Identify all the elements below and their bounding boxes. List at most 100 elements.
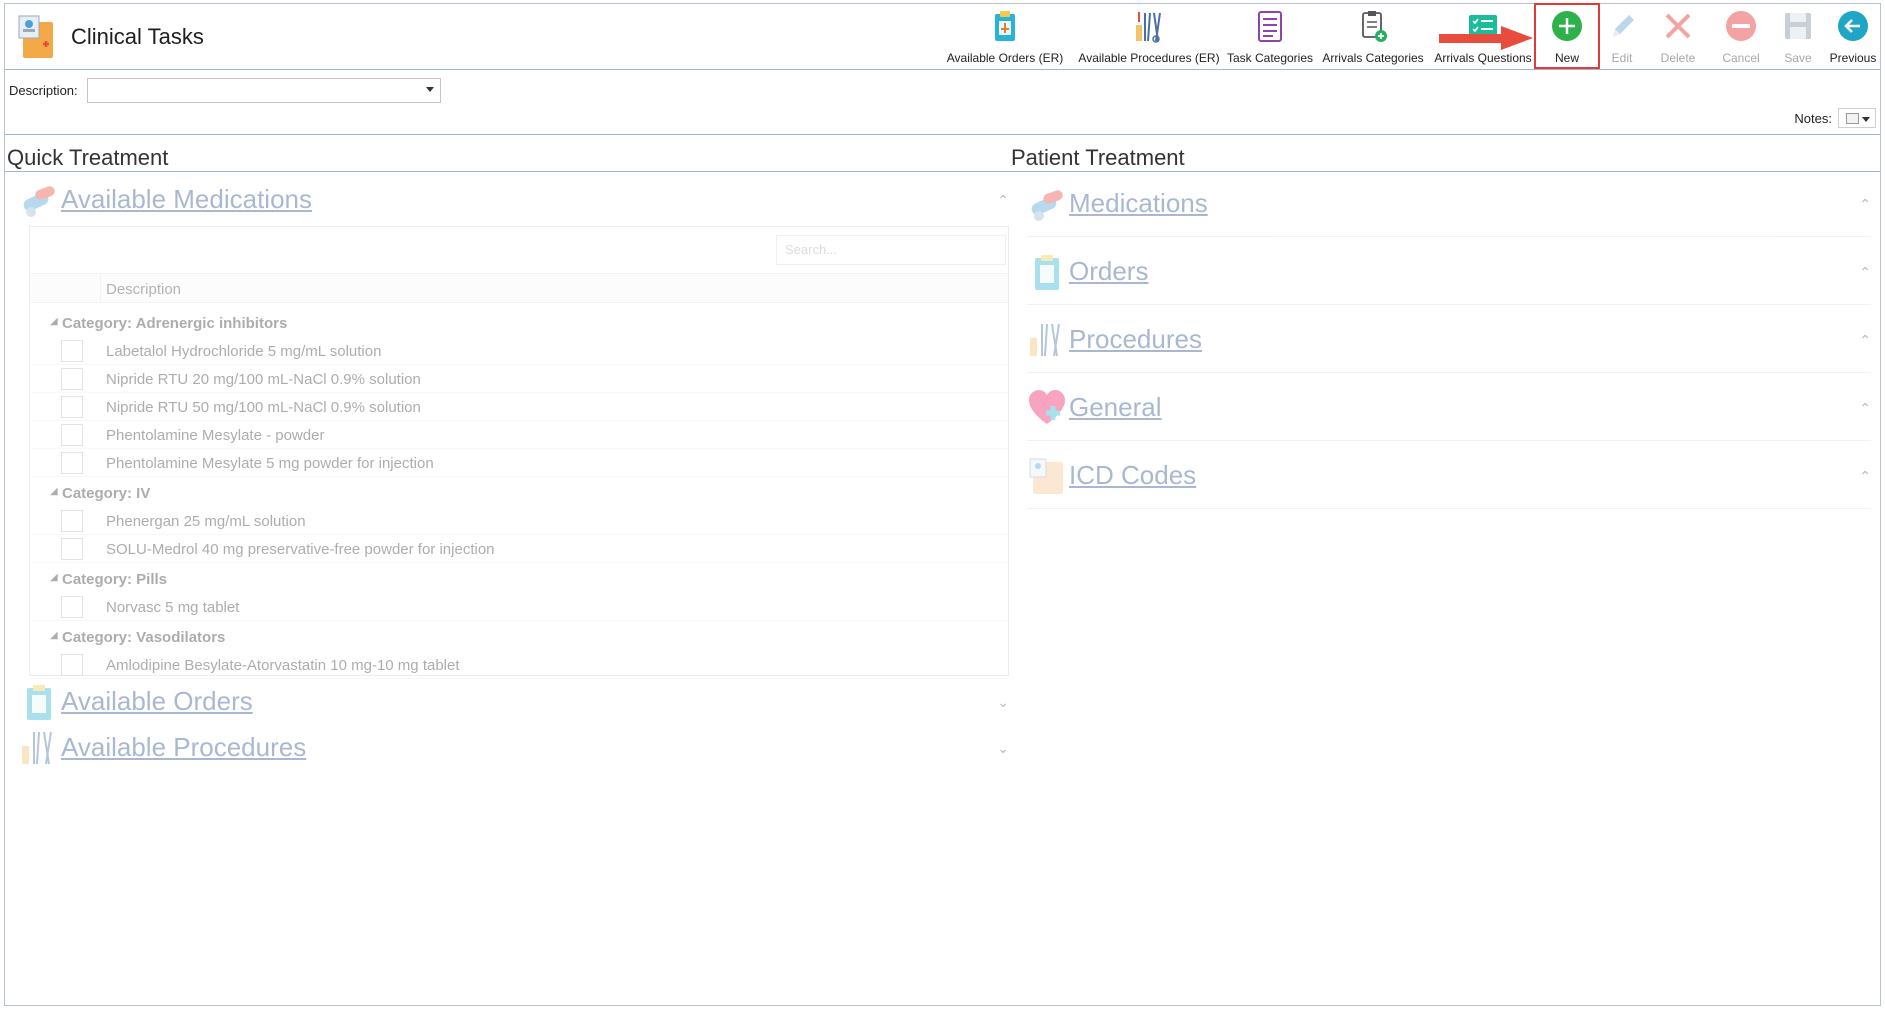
item-checkbox[interactable] bbox=[61, 368, 83, 390]
category-label: Category: Pills bbox=[62, 571, 168, 588]
item-checkbox[interactable] bbox=[61, 340, 83, 362]
chevron-up-icon[interactable]: ⌃ bbox=[1859, 264, 1871, 281]
medications-grid: Search... Description ◢ Category: Adrene… bbox=[29, 226, 1009, 679]
delete-label: Delete bbox=[1660, 51, 1696, 65]
icd-codes-title[interactable]: ICD Codes bbox=[1069, 460, 1196, 491]
collapse-triangle-icon[interactable]: ◢ bbox=[50, 486, 58, 497]
main-window: Clinical Tasks Available Orders (ER) Ava… bbox=[4, 3, 1881, 1006]
task-categories-label: Task Categories bbox=[1226, 51, 1314, 65]
category-row[interactable]: ◢ Category: Pills bbox=[30, 567, 1008, 593]
chevron-up-icon[interactable]: ⌃ bbox=[1859, 400, 1871, 417]
arrivals-categories-label: Arrivals Categories bbox=[1322, 51, 1424, 65]
available-orders-header[interactable]: Available Orders ⌄ bbox=[19, 678, 1009, 722]
list-item[interactable]: Norvasc 5 mg tablet bbox=[30, 593, 1008, 621]
available-orders-er-label: Available Orders (ER) bbox=[946, 51, 1064, 65]
save-button[interactable]: Save bbox=[1771, 4, 1825, 70]
procedures-title[interactable]: Procedures bbox=[1069, 324, 1202, 355]
orders-title[interactable]: Orders bbox=[1069, 256, 1148, 287]
patient-treatment-heading: Patient Treatment bbox=[1011, 145, 1185, 170]
edit-button[interactable]: Edit bbox=[1597, 4, 1647, 70]
item-checkbox[interactable] bbox=[61, 596, 83, 618]
previous-button[interactable]: Previous bbox=[1825, 4, 1881, 70]
list-item[interactable]: Nipride RTU 20 mg/100 mL-NaCl 0.9% solut… bbox=[30, 365, 1008, 393]
item-checkbox[interactable] bbox=[61, 424, 83, 446]
available-orders-title[interactable]: Available Orders bbox=[61, 686, 253, 717]
list-item[interactable]: Labetalol Hydrochloride 5 mg/mL solution bbox=[30, 337, 1008, 365]
list-item[interactable]: Phenergan 25 mg/mL solution bbox=[30, 507, 1008, 535]
description-label: Description: bbox=[9, 83, 78, 98]
chevron-down-icon[interactable]: ⌄ bbox=[997, 740, 1009, 757]
list-item[interactable]: SOLU-Medrol 40 mg preservative-free powd… bbox=[30, 535, 1008, 563]
search-input[interactable]: Search... bbox=[776, 235, 1006, 265]
quick-treatment-heading: Quick Treatment bbox=[7, 145, 169, 170]
available-medications-title[interactable]: Available Medications bbox=[61, 184, 312, 215]
chevron-down-icon bbox=[1862, 117, 1870, 122]
arrivals-categories-button[interactable]: Arrivals Categories bbox=[1317, 4, 1429, 70]
floppy-disk-icon bbox=[1785, 13, 1811, 39]
grid-column-header: Description bbox=[30, 273, 1008, 303]
chevron-down-icon bbox=[426, 87, 434, 92]
available-orders-er-button[interactable]: Available Orders (ER) bbox=[943, 4, 1067, 70]
item-label: SOLU-Medrol 40 mg preservative-free powd… bbox=[106, 541, 495, 558]
available-procedures-er-button[interactable]: Available Procedures (ER) bbox=[1075, 4, 1223, 70]
general-title[interactable]: General bbox=[1069, 392, 1162, 423]
edit-label: Edit bbox=[1611, 51, 1633, 65]
available-procedures-title[interactable]: Available Procedures bbox=[61, 732, 306, 763]
chevron-up-icon[interactable]: ⌃ bbox=[997, 192, 1009, 209]
category-row[interactable]: ◢ Category: Vasodilators bbox=[30, 625, 1008, 651]
item-label: Labetalol Hydrochloride 5 mg/mL solution bbox=[106, 343, 382, 360]
item-label: Phenergan 25 mg/mL solution bbox=[106, 513, 306, 530]
notes-dropdown-button[interactable] bbox=[1838, 108, 1876, 128]
list-item[interactable]: Nipride RTU 50 mg/100 mL-NaCl 0.9% solut… bbox=[30, 393, 1008, 421]
pills-icon bbox=[1031, 190, 1063, 221]
available-procedures-header[interactable]: Available Procedures ⌄ bbox=[19, 724, 1009, 768]
available-medications-header[interactable]: Available Medications ⌃ bbox=[19, 176, 1009, 220]
chevron-up-icon[interactable]: ⌃ bbox=[1859, 332, 1871, 349]
description-dropdown[interactable] bbox=[87, 78, 441, 103]
list-item[interactable]: Phentolamine Mesylate - powder bbox=[30, 421, 1008, 449]
item-checkbox[interactable] bbox=[61, 538, 83, 560]
collapse-triangle-icon[interactable]: ◢ bbox=[50, 572, 58, 583]
item-checkbox[interactable] bbox=[61, 654, 83, 676]
cancel-button[interactable]: Cancel bbox=[1711, 4, 1771, 70]
item-checkbox[interactable] bbox=[61, 510, 83, 532]
description-column-header[interactable]: Description bbox=[106, 281, 181, 298]
checklist-icon bbox=[1258, 11, 1282, 42]
collapse-triangle-icon[interactable]: ◢ bbox=[50, 316, 58, 327]
general-section-header[interactable]: General ⌃ bbox=[1027, 384, 1871, 428]
new-button[interactable]: New bbox=[1537, 4, 1597, 70]
item-checkbox[interactable] bbox=[61, 396, 83, 418]
description-row: Description: Notes: bbox=[5, 71, 1880, 135]
icd-codes-section-header[interactable]: ICD Codes ⌃ bbox=[1027, 452, 1871, 496]
column-separator bbox=[100, 274, 101, 302]
delete-button[interactable]: Delete bbox=[1651, 4, 1705, 70]
procedures-section-header[interactable]: Procedures ⌃ bbox=[1027, 316, 1871, 360]
minus-circle-icon bbox=[1726, 11, 1756, 41]
section-divider bbox=[1027, 236, 1871, 237]
heading-divider bbox=[5, 171, 1880, 172]
clipboard-icon bbox=[27, 685, 51, 720]
collapse-triangle-icon[interactable]: ◢ bbox=[50, 630, 58, 641]
arrow-left-circle-icon bbox=[1838, 11, 1868, 41]
list-item[interactable]: Phentolamine Mesylate 5 mg powder for in… bbox=[30, 449, 1008, 477]
orders-section-header[interactable]: Orders ⌃ bbox=[1027, 248, 1871, 292]
item-label: Norvasc 5 mg tablet bbox=[106, 599, 240, 616]
chevron-down-icon[interactable]: ⌄ bbox=[997, 694, 1009, 711]
chevron-up-icon[interactable]: ⌃ bbox=[1859, 196, 1871, 213]
category-row[interactable]: ◢ Category: IV bbox=[30, 481, 1008, 507]
section-divider bbox=[1027, 372, 1871, 373]
surgical-tools-icon bbox=[1030, 323, 1060, 357]
page-title: Clinical Tasks bbox=[71, 24, 204, 49]
list-item[interactable]: Amlodipine Besylate-Atorvastatin 10 mg-1… bbox=[30, 651, 1008, 679]
item-label: Amlodipine Besylate-Atorvastatin 10 mg-1… bbox=[106, 657, 460, 674]
available-procedures-er-label: Available Procedures (ER) bbox=[1078, 51, 1220, 65]
category-row[interactable]: ◢ Category: Adrenergic inhibitors bbox=[30, 311, 1008, 337]
task-categories-button[interactable]: Task Categories bbox=[1225, 4, 1315, 70]
item-checkbox[interactable] bbox=[61, 452, 83, 474]
medications-title[interactable]: Medications bbox=[1069, 188, 1208, 219]
medications-section-header[interactable]: Medications ⌃ bbox=[1027, 180, 1871, 224]
red-arrow-annotation-icon bbox=[1439, 26, 1533, 50]
chevron-up-icon[interactable]: ⌃ bbox=[1859, 468, 1871, 485]
arrivals-questions-label: Arrivals Questions bbox=[1434, 51, 1532, 65]
item-label: Nipride RTU 20 mg/100 mL-NaCl 0.9% solut… bbox=[106, 371, 421, 388]
